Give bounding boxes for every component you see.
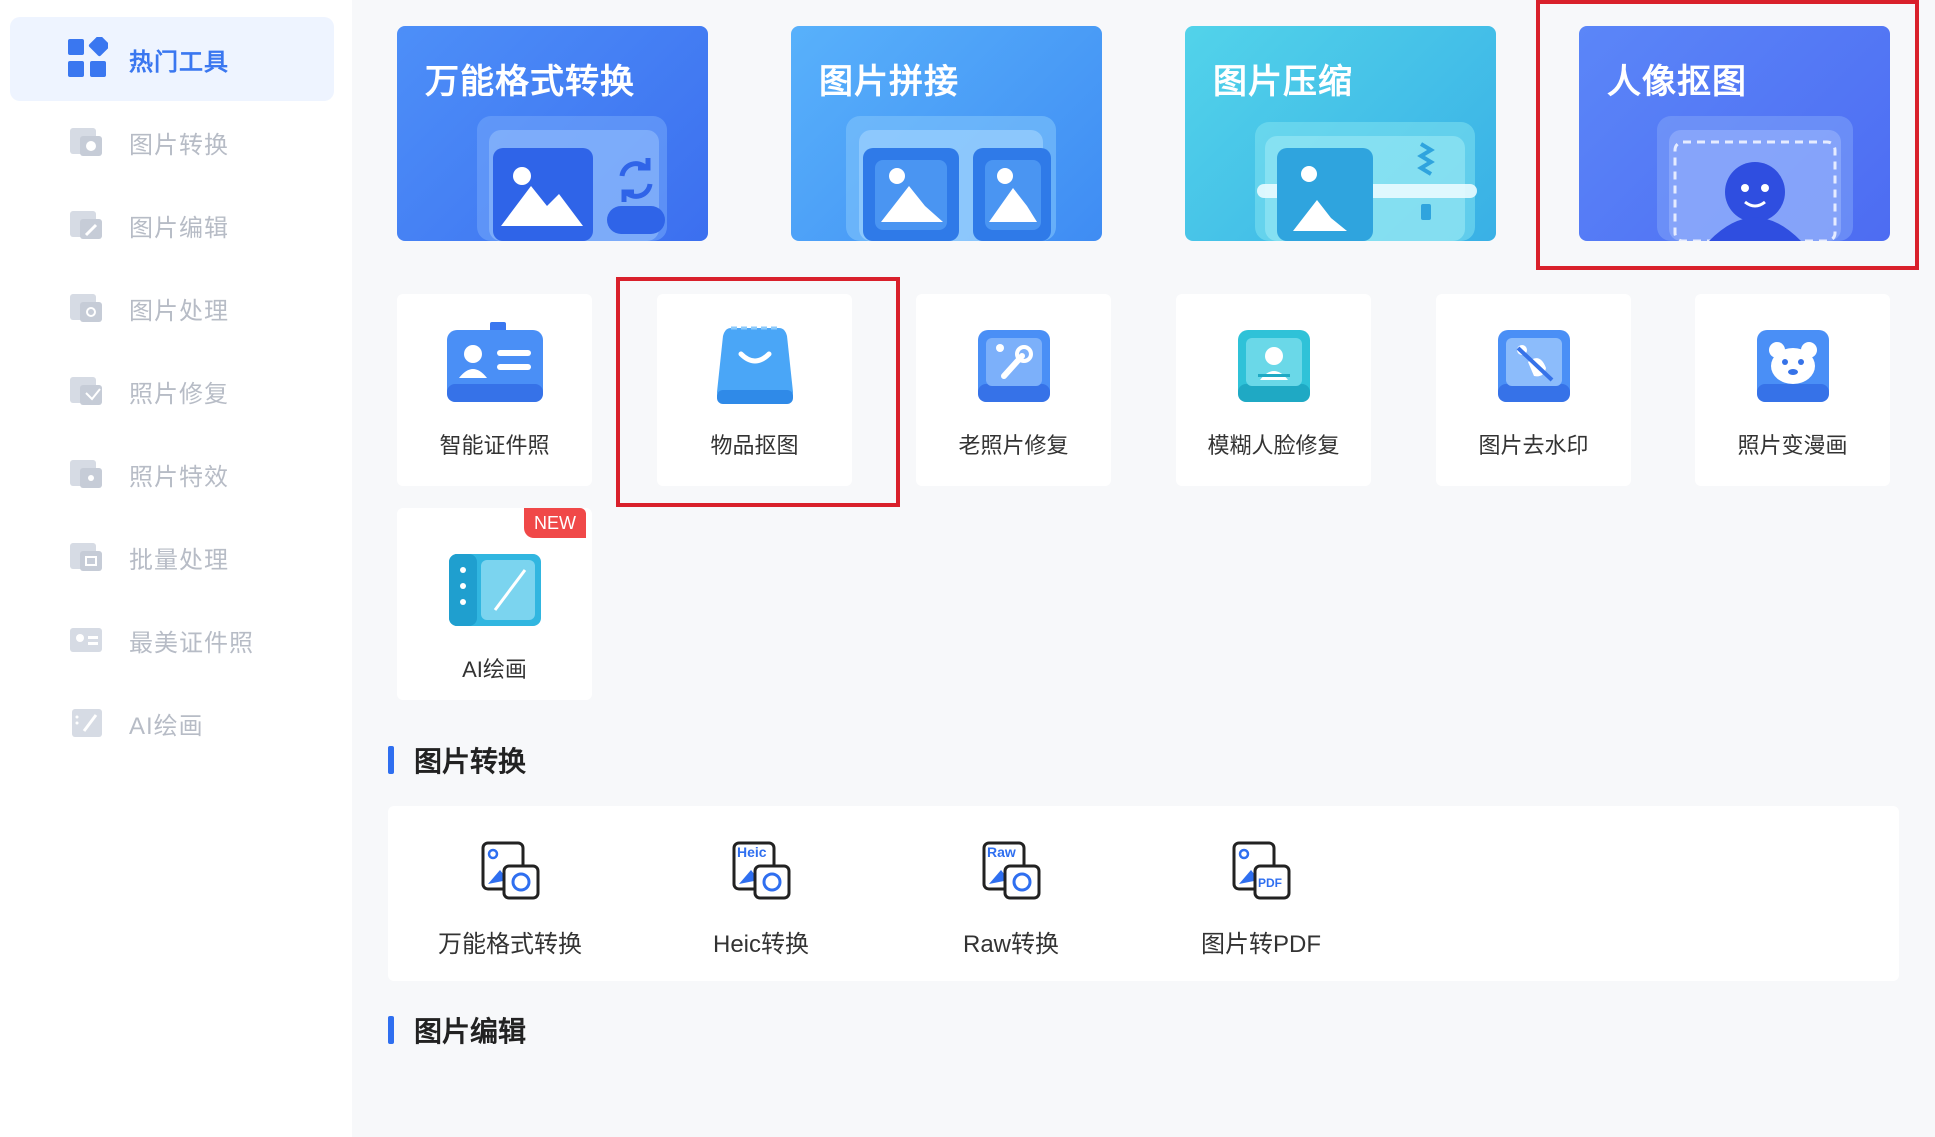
bag-cutout-icon	[717, 326, 793, 404]
convert-item-label: Heic转换	[712, 931, 809, 958]
banner-title: 人像抠图	[1607, 63, 1747, 101]
sidebar-item-photo-repair[interactable]: 照片修复	[10, 349, 334, 433]
raw-tag: Raw	[987, 844, 1016, 860]
watermark-remove-icon	[1498, 330, 1570, 402]
image-process-icon	[70, 294, 102, 322]
tool-photo-to-comic[interactable]: 照片变漫画	[1695, 294, 1890, 486]
banner-image-compress[interactable]: 图片压缩	[1185, 26, 1496, 241]
sidebar-item-hot-tools[interactable]: 热门工具	[10, 17, 334, 101]
banner-title: 图片压缩	[1213, 63, 1353, 101]
banner-portrait-cutout[interactable]: 人像抠图	[1579, 26, 1890, 241]
tool-old-photo-repair[interactable]: 老照片修复	[916, 294, 1111, 486]
photo-effect-icon	[70, 460, 102, 488]
banner-image-stitch[interactable]: 图片拼接	[791, 26, 1102, 241]
ai-paint-icon	[72, 709, 102, 737]
sidebar-item-photo-effect[interactable]: 照片特效	[10, 432, 334, 516]
tool-watermark-remove[interactable]: 图片去水印	[1436, 294, 1631, 486]
tile-label: AI绘画	[462, 657, 527, 682]
tool-ai-paint[interactable]: AI绘画 NEW	[397, 508, 592, 700]
photo-repair-icon	[70, 377, 102, 405]
grid-apps-icon	[68, 37, 108, 77]
sidebar-item-image-convert[interactable]: 图片转换	[10, 100, 334, 184]
convert-item-to-pdf[interactable]: PDF 图片转PDF	[1161, 806, 1361, 981]
ai-paint-icon	[449, 554, 541, 626]
banner-title: 图片拼接	[819, 63, 959, 101]
convert-item-label: 万能格式转换	[438, 931, 582, 958]
image-convert-panel: 万能格式转换 Heic Heic转换 Raw Raw转换 PDF 图片转PDF	[388, 806, 1899, 981]
banner-title: 万能格式转换	[425, 63, 635, 101]
image-convert-icon	[70, 128, 102, 156]
tile-label: 照片变漫画	[1737, 433, 1848, 458]
sidebar-item-id-photo[interactable]: 最美证件照	[10, 598, 334, 682]
sidebar-item-image-edit[interactable]: 图片编辑	[10, 183, 334, 267]
tile-label: 老照片修复	[958, 433, 1069, 458]
sidebar-item-label: 最美证件照	[129, 629, 254, 657]
comic-bear-icon	[1757, 330, 1829, 402]
wrench-photo-icon	[978, 330, 1050, 402]
id-card-icon	[447, 322, 543, 402]
sidebar-item-batch-process[interactable]: 批量处理	[10, 515, 334, 599]
tool-smart-id-photo[interactable]: 智能证件照	[397, 294, 592, 486]
main-content: 万能格式转换 图片拼接 图片压缩 人像抠图 智能证件照 物品抠图 老照片修复 模…	[352, 0, 1935, 1137]
sidebar-item-label: 图片转换	[129, 131, 229, 159]
convert-item-universal[interactable]: 万能格式转换	[410, 806, 610, 981]
tool-blurry-face-repair[interactable]: 模糊人脸修复	[1176, 294, 1371, 486]
section-title-image-convert: 图片转换	[388, 740, 526, 780]
tool-object-cutout[interactable]: 物品抠图	[657, 294, 852, 486]
sidebar: 热门工具 图片转换 图片编辑 图片处理 照片修复 照片特效 批量处理 最美证件照…	[0, 0, 352, 1137]
sidebar-item-label: 热门工具	[129, 48, 229, 76]
tile-label: 图片去水印	[1478, 433, 1589, 458]
sidebar-item-label: 照片修复	[129, 380, 229, 408]
pdf-tag: PDF	[1258, 876, 1282, 890]
app-window: 热门工具 图片转换 图片编辑 图片处理 照片修复 照片特效 批量处理 最美证件照…	[0, 0, 1935, 1137]
heic-tag: Heic	[737, 844, 767, 860]
convert-item-heic[interactable]: Heic Heic转换	[661, 806, 861, 981]
tile-label: 智能证件照	[439, 433, 550, 458]
sidebar-item-label: 图片编辑	[129, 214, 229, 242]
image-edit-icon	[70, 211, 102, 239]
convert-item-label: Raw转换	[962, 931, 1059, 958]
sidebar-item-label: 照片特效	[129, 463, 229, 491]
banner-format-convert[interactable]: 万能格式转换	[397, 26, 708, 241]
format-convert-icon	[481, 841, 540, 900]
tile-label: 模糊人脸修复	[1207, 433, 1340, 458]
sidebar-item-label: 图片处理	[129, 297, 229, 325]
sidebar-item-ai-paint[interactable]: AI绘画	[10, 681, 334, 765]
id-photo-icon	[70, 628, 102, 652]
sidebar-item-image-process[interactable]: 图片处理	[10, 266, 334, 350]
sidebar-item-label: 批量处理	[129, 546, 229, 574]
heic-convert-icon: Heic	[732, 841, 791, 900]
convert-item-label: 图片转PDF	[1201, 931, 1321, 958]
face-repair-icon	[1238, 330, 1310, 402]
raw-convert-icon: Raw	[982, 841, 1041, 900]
new-badge: NEW	[524, 508, 586, 538]
convert-item-raw[interactable]: Raw Raw转换	[911, 806, 1111, 981]
tile-label: 物品抠图	[710, 433, 799, 458]
batch-process-icon	[70, 543, 102, 571]
pdf-convert-icon: PDF	[1232, 841, 1291, 900]
sidebar-item-label: AI绘画	[129, 712, 204, 740]
section-title-image-edit: 图片编辑	[388, 1010, 526, 1050]
